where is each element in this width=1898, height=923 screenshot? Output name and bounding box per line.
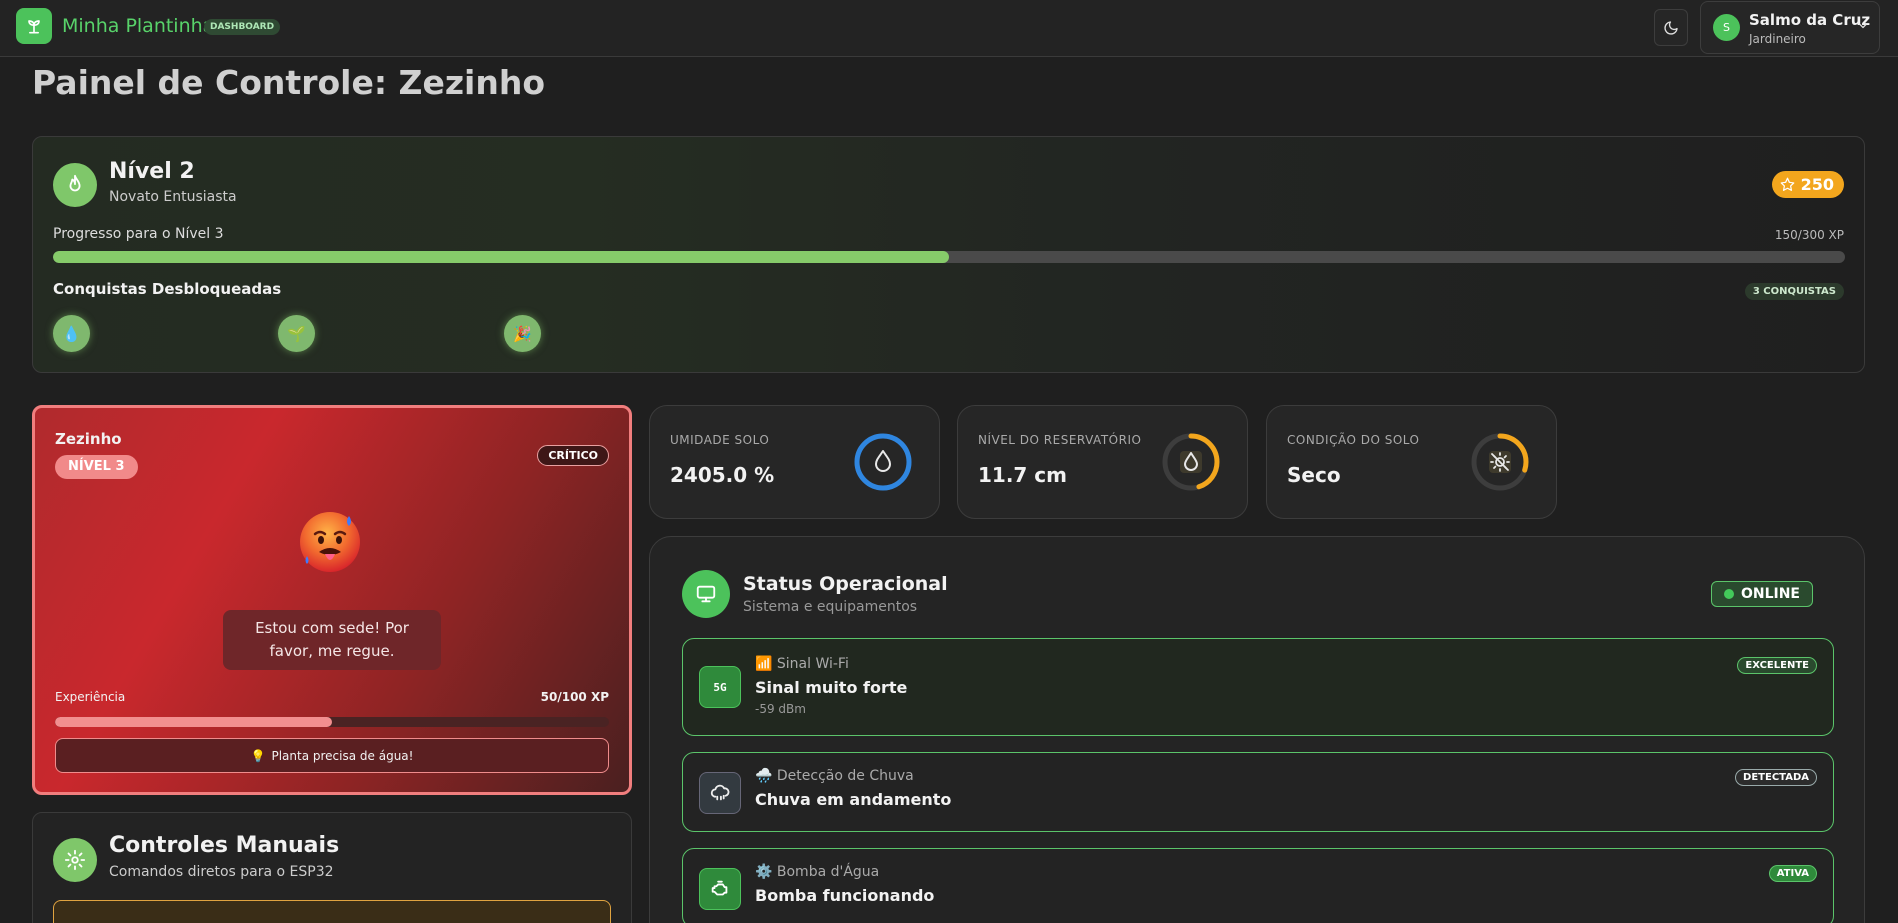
wifi-dbm: -59 dBm — [755, 702, 806, 716]
monitor-icon — [682, 570, 730, 618]
rain-kicker: 🌧️ Detecção de Chuva — [755, 768, 914, 784]
pump-badge: ATIVA — [1768, 865, 1817, 882]
achievement-sprout[interactable]: 🌱 — [278, 315, 315, 352]
theme-toggle-button[interactable] — [1654, 9, 1688, 46]
operational-status-card: Status Operacional Sistema e equipamento… — [649, 536, 1865, 923]
reservoir-gauge — [1162, 433, 1220, 491]
points-value: 250 — [1800, 175, 1834, 194]
level-subtitle: Novato Entusiasta — [109, 189, 237, 205]
status-title: Status Operacional — [743, 573, 948, 595]
controls-title: Controles Manuais — [109, 833, 340, 858]
top-bar: Minha Plantinha DASHBOARD S Salmo da Cru… — [0, 0, 1898, 57]
metric-soil-moisture: UMIDADE SOLO 2405.0 % — [649, 405, 940, 519]
metric-value: 11.7 cm — [978, 463, 1068, 487]
sprout-logo-icon[interactable] — [16, 8, 52, 44]
gear-icon — [53, 838, 97, 882]
sun-off-icon — [1490, 452, 1510, 472]
star-icon — [1780, 177, 1794, 191]
metric-label: CONDIÇÃO DO SOLO — [1287, 433, 1420, 447]
wifi-badge: EXCELENTE — [1737, 657, 1817, 674]
user-role: Jardineiro — [1749, 32, 1806, 46]
level-progress-bar — [53, 251, 1845, 263]
signal-5g-icon: 5G — [699, 666, 741, 708]
lightbulb-icon: 💡 — [250, 748, 266, 763]
plant-level-badge: NÍVEL 3 — [55, 455, 138, 479]
rain-title: Chuva em andamento — [755, 790, 952, 809]
drop-icon — [875, 450, 891, 472]
controls-warning — [53, 900, 611, 923]
experience-fill — [55, 717, 332, 727]
critical-badge: CRÍTICO — [537, 445, 609, 466]
metric-label: UMIDADE SOLO — [670, 433, 770, 447]
tip-text: Planta precisa de água! — [271, 748, 414, 763]
flame-icon — [53, 163, 97, 207]
brand-name[interactable]: Minha Plantinha — [62, 15, 214, 37]
cloud-rain-icon — [699, 772, 741, 814]
hot-face-icon — [300, 512, 360, 572]
moisture-gauge-arc — [854, 433, 912, 491]
points-badge: 250 — [1771, 171, 1844, 198]
progress-xp: 150/300 XP — [1774, 228, 1844, 242]
rain-status-row[interactable]: 🌧️ Detecção de Chuva Chuva em andamento … — [682, 752, 1834, 832]
user-name: Salmo da Cruz — [1749, 11, 1871, 29]
metric-label: NÍVEL DO RESERVATÓRIO — [978, 433, 1142, 447]
pump-title: Bomba funcionando — [755, 886, 935, 905]
user-menu[interactable]: S Salmo da Cruz Jardineiro — [1700, 1, 1880, 54]
dashboard-badge: DASHBOARD — [204, 19, 281, 35]
plant-card: Zezinho NÍVEL 3 CRÍTICO Estou com sede! … — [32, 405, 632, 795]
water-tip-button[interactable]: 💡 Planta precisa de água! — [55, 738, 609, 773]
online-badge: ONLINE — [1710, 581, 1813, 607]
wifi-kicker: 📶 Sinal Wi-Fi — [755, 656, 849, 672]
wifi-status-row[interactable]: 5G 📶 Sinal Wi-Fi Sinal muito forte -59 d… — [682, 638, 1834, 736]
avatar: S — [1713, 14, 1740, 41]
wifi-title: Sinal muito forte — [755, 678, 908, 697]
metric-value: Seco — [1287, 463, 1341, 487]
manual-controls-card: Controles Manuais Comandos diretos para … — [32, 812, 632, 923]
achievement-water[interactable]: 💧 — [53, 315, 90, 352]
status-subtitle: Sistema e equipamentos — [743, 599, 918, 615]
level-card: Nível 2 Novato Entusiasta 250 Progresso … — [32, 136, 1865, 373]
progress-label: Progresso para o Nível 3 — [53, 226, 224, 242]
online-label: ONLINE — [1740, 586, 1800, 602]
soil-condition-gauge — [1471, 433, 1529, 491]
level-progress-fill — [53, 251, 949, 263]
level-title: Nível 2 — [109, 159, 195, 184]
controls-subtitle: Comandos diretos para o ESP32 — [109, 864, 334, 880]
achievements-title: Conquistas Desbloqueadas — [53, 280, 282, 298]
online-dot-icon — [1723, 589, 1734, 599]
pump-kicker: ⚙️ Bomba d'Água — [755, 864, 880, 880]
achievement-party[interactable]: 🎉 — [504, 315, 541, 352]
metric-soil-condition: CONDIÇÃO DO SOLO Seco — [1266, 405, 1557, 519]
plant-name: Zezinho — [55, 430, 122, 448]
metric-reservoir-level: NÍVEL DO RESERVATÓRIO 11.7 cm — [957, 405, 1248, 519]
chevron-down-icon — [1859, 23, 1867, 29]
rain-badge: DETECTADA — [1735, 769, 1817, 786]
pump-status-row[interactable]: ⚙️ Bomba d'Água Bomba funcionando ATIVA — [682, 848, 1834, 923]
experience-value: 50/100 XP — [540, 690, 609, 704]
engine-icon — [699, 868, 741, 910]
experience-bar — [55, 717, 609, 727]
achievements-count: 3 CONQUISTAS — [1744, 283, 1844, 300]
experience-label: Experiência — [55, 690, 126, 704]
moisture-gauge — [854, 433, 912, 491]
moon-icon — [1664, 20, 1678, 35]
metric-value: 2405.0 % — [670, 463, 775, 487]
plant-speech-bubble: Estou com sede! Por favor, me regue. — [223, 610, 441, 670]
page-title: Painel de Controle: Zezinho — [32, 63, 546, 102]
